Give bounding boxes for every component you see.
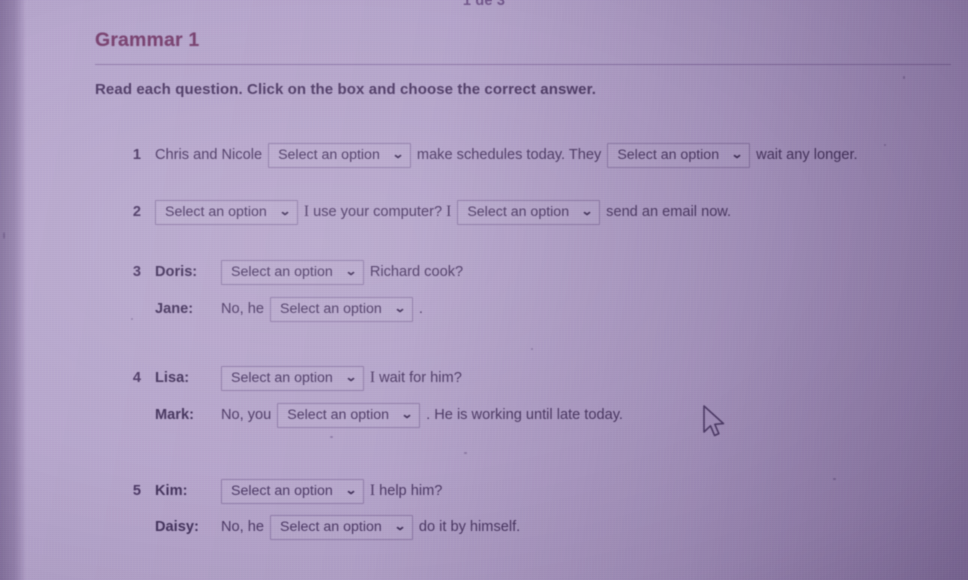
sentence-text: I use your computer? I [303, 203, 452, 220]
question-body: Lisa: Select an option ⌄ I wait for him? Mar… [155, 365, 629, 428]
question-number: 1 [132, 147, 141, 163]
select-value-label: Select an option [231, 483, 333, 499]
speaker-label: Kim: [155, 483, 188, 499]
exercise-screenshot: 1 de 3 Grammar 1 Read each question. Cli… [0, 0, 968, 580]
chevron-down-icon: ⌄ [393, 519, 407, 533]
sentence-text: make schedules today. They [416, 147, 602, 163]
instructions-text: Read each question. Click on the box and… [95, 81, 596, 98]
sentence-text: Richard cook? [369, 264, 464, 280]
chevron-down-icon: ⌄ [400, 407, 414, 421]
sentence-text: I wait for him? [369, 369, 462, 386]
select-value-label: Select an option [231, 264, 333, 280]
question-line: Kim: Select an option ⌄ I help him? [155, 478, 526, 504]
title-divider [95, 64, 951, 65]
question-line: Chris and Nicole Select an option ⌄ make sc… [155, 142, 864, 168]
question-line: Lisa: Select an option ⌄ I wait for him? [155, 365, 629, 391]
speaker-label: Mark: [155, 407, 194, 423]
speaker-label: Daisy: [155, 519, 199, 535]
select-value-label: Select an option [467, 204, 570, 220]
chevron-down-icon: ⌄ [344, 264, 358, 278]
sentence-text: No, he [221, 519, 264, 535]
sentence-text: I help him? [369, 482, 443, 499]
select-an-option-dropdown[interactable]: Select an option ⌄ [270, 514, 413, 540]
sentence-text: wait any longer. [756, 147, 858, 163]
select-an-option-dropdown[interactable]: Select an option ⌄ [221, 478, 364, 504]
sentence-text: . [418, 301, 423, 317]
select-an-option-dropdown[interactable]: Select an option ⌄ [457, 199, 601, 225]
page-title: Grammar 1 [95, 29, 200, 51]
question-number: 5 [132, 483, 141, 499]
speaker-label: Lisa: [155, 370, 190, 386]
question-number: 4 [132, 370, 141, 386]
question-body: Chris and Nicole Select an option ⌄ make sc… [155, 142, 864, 168]
select-value-label: Select an option [280, 301, 382, 317]
select-an-option-dropdown[interactable]: Select an option ⌄ [155, 199, 298, 225]
select-an-option-dropdown[interactable]: Select an option ⌄ [268, 142, 411, 168]
select-value-label: Select an option [231, 370, 333, 386]
chevron-down-icon: ⌄ [344, 370, 358, 384]
select-an-option-dropdown[interactable]: Select an option ⌄ [221, 365, 364, 391]
select-an-option-dropdown[interactable]: Select an option ⌄ [270, 296, 413, 322]
speaker-label: Jane: [155, 301, 194, 317]
sentence-text: Chris and Nicole [155, 147, 263, 163]
select-value-label: Select an option [278, 147, 380, 163]
question-line: Jane: No, he Select an option ⌄. [155, 296, 469, 322]
select-an-option-dropdown[interactable]: Select an option ⌄ [607, 142, 751, 168]
chevron-down-icon: ⌄ [393, 301, 407, 315]
question-line: Select an option ⌄ I use your computer? I S… [155, 199, 737, 225]
question-line: Mark: No, you Select an option ⌄ . He is wor… [155, 402, 629, 428]
page-indicator: 1 de 3 [462, 0, 506, 9]
chevron-down-icon: ⌄ [278, 204, 292, 218]
chevron-down-icon: ⌄ [730, 147, 744, 161]
question-number: 2 [132, 204, 141, 220]
sentence-text: No, you [221, 407, 272, 423]
select-an-option-dropdown[interactable]: Select an option ⌄ [277, 402, 421, 428]
question-line: Daisy: No, he Select an option ⌄ do it by hi… [155, 514, 526, 540]
question-body: Kim: Select an option ⌄ I help him? Daisy: No… [155, 478, 526, 540]
sentence-text: No, he [221, 301, 264, 317]
question-body: Doris: Select an option ⌄ Richard cook? Jane… [155, 259, 469, 322]
chevron-down-icon: ⌄ [344, 483, 358, 497]
select-value-label: Select an option [617, 147, 720, 163]
select-value-label: Select an option [280, 519, 382, 535]
question-line: Doris: Select an option ⌄ Richard cook? [155, 259, 469, 285]
select-value-label: Select an option [165, 204, 267, 220]
select-an-option-dropdown[interactable]: Select an option ⌄ [221, 259, 364, 285]
question-number: 3 [132, 264, 141, 280]
mouse-pointer-icon [702, 405, 728, 444]
sentence-text: . He is working until late today. [426, 407, 623, 423]
sentence-text: send an email now. [606, 204, 732, 220]
exercise-page: 1 de 3 Grammar 1 Read each question. Cli… [0, 0, 968, 580]
chevron-down-icon: ⌄ [580, 204, 594, 218]
question-body: Select an option ⌄ I use your computer? I S… [155, 199, 737, 225]
sentence-text: do it by himself. [418, 519, 521, 535]
speaker-label: Doris: [155, 264, 198, 280]
select-value-label: Select an option [287, 407, 390, 423]
chevron-down-icon: ⌄ [391, 147, 405, 161]
